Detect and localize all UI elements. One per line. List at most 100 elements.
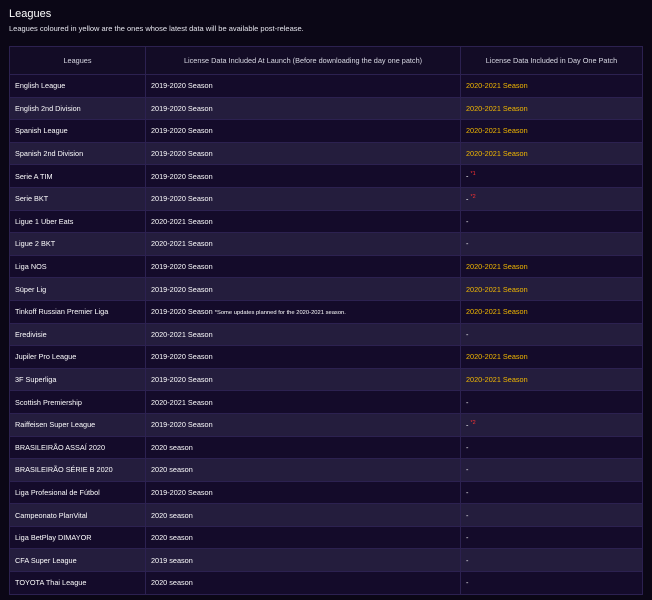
patch-season: - bbox=[466, 171, 469, 181]
launch-license-cell: 2019-2020 Season bbox=[145, 164, 461, 188]
league-name-cell: Spanish League bbox=[9, 119, 146, 143]
patch-season: 2020-2021 Season bbox=[466, 375, 528, 385]
launch-license-cell: 2019-2020 Season bbox=[145, 480, 461, 505]
patch-license-cell: 2020-2021 Season bbox=[460, 367, 643, 392]
launch-license-cell: 2019-2020 Season bbox=[145, 345, 461, 369]
table-row: Süper Lig 2019-2020 Season 2020-2021 Seaso… bbox=[9, 277, 643, 301]
launch-season: 2019-2020 Season bbox=[151, 420, 213, 430]
patch-season: - bbox=[466, 555, 469, 565]
league-name-cell: CFA Super League bbox=[9, 548, 146, 573]
patch-season: - bbox=[466, 442, 469, 452]
patch-license-cell: - *2 bbox=[460, 186, 643, 211]
patch-season: 2020-2021 Season bbox=[466, 284, 528, 294]
patch-season: 2020-2021 Season bbox=[466, 126, 528, 136]
launch-season: 2019-2020 Season bbox=[151, 487, 213, 497]
league-name-cell: Tinkoff Russian Premier Liga bbox=[9, 299, 146, 324]
launch-license-cell: 2019-2020 Season bbox=[145, 141, 461, 166]
patch-license-cell: 2020-2021 Season bbox=[460, 141, 643, 166]
patch-season: 2020-2021 Season bbox=[466, 262, 528, 272]
league-name-cell: Eredivisie bbox=[9, 322, 146, 347]
patch-season: 2020-2021 Season bbox=[466, 307, 528, 317]
patch-season: - bbox=[466, 465, 469, 475]
launch-season: 2019-2020 Season bbox=[151, 126, 213, 136]
launch-season: 2020 season bbox=[151, 465, 193, 475]
table-header-row: Leagues License Data Included At Launch … bbox=[9, 46, 643, 75]
launch-season: 2020 season bbox=[151, 533, 193, 543]
table-row: BRASILEIRÃO SÉRIE B 2020 2020 season - bbox=[9, 458, 643, 482]
league-name-cell: Campeonato PlanVital bbox=[9, 503, 146, 527]
table-row: Liga BetPlay DIMAYOR 2020 season - bbox=[9, 525, 643, 550]
header-patch: License Data Included in Day One Patch bbox=[460, 46, 643, 75]
launch-license-cell: 2019-2020 Season bbox=[145, 412, 461, 437]
league-name-cell: Jupiler Pro League bbox=[9, 345, 146, 369]
launch-license-cell: 2020 season bbox=[145, 503, 461, 527]
launch-season: 2019-2020 Season bbox=[151, 103, 213, 113]
launch-license-cell: 2019-2020 Season bbox=[145, 367, 461, 392]
patch-season: - bbox=[466, 239, 469, 249]
patch-license-cell: - bbox=[460, 435, 643, 460]
league-name-cell: BRASILEIRÃO SÉRIE B 2020 bbox=[9, 458, 146, 482]
launch-season: 2019-2020 Season bbox=[151, 81, 213, 91]
table-row: Spanish League 2019-2020 Season 2020-2021 … bbox=[9, 119, 643, 143]
launch-season: 2020 season bbox=[151, 578, 193, 588]
patch-license-cell: - bbox=[460, 548, 643, 573]
table-row: CFA Super League 2019 season - bbox=[9, 548, 643, 573]
table-row: Ligue 2 BKT 2020-2021 Season - bbox=[9, 232, 643, 256]
table-row: 3F Superliga 2019-2020 Season 2020-2021 Se… bbox=[9, 367, 643, 392]
launch-license-cell: 2019-2020 Season bbox=[145, 254, 461, 279]
league-name-cell: English League bbox=[9, 74, 146, 98]
launch-season: 2020-2021 Season bbox=[151, 216, 213, 226]
table-row: Campeonato PlanVital 2020 season - bbox=[9, 503, 643, 527]
league-name-cell: Ligue 2 BKT bbox=[9, 232, 146, 256]
patch-season: 2020-2021 Season bbox=[466, 103, 528, 113]
launch-season: 2020-2021 Season bbox=[151, 329, 213, 339]
table-row: Raiffeisen Super League 2019-2020 Season -… bbox=[9, 412, 643, 437]
patch-license-cell: 2020-2021 Season bbox=[460, 254, 643, 279]
table-row: Liga Profesional de Fútbol 2019-2020 Seas… bbox=[9, 480, 643, 505]
launch-license-cell: 2020-2021 Season bbox=[145, 232, 461, 256]
patch-license-cell: - bbox=[460, 480, 643, 505]
launch-season: 2019-2020 Season bbox=[151, 262, 213, 272]
leagues-table: Leagues License Data Included At Launch … bbox=[9, 46, 643, 595]
footnote-marker: *1 bbox=[470, 171, 476, 178]
header-leagues: Leagues bbox=[9, 46, 146, 75]
table-row: Tinkoff Russian Premier Liga 2019-2020 Se… bbox=[9, 299, 643, 324]
league-name-cell: Liga NOS bbox=[9, 254, 146, 279]
table-row: Scottish Premiership 2020-2021 Season - bbox=[9, 390, 643, 414]
patch-season: - bbox=[466, 510, 469, 520]
patch-license-cell: - bbox=[460, 503, 643, 527]
patch-license-cell: - *1 bbox=[460, 164, 643, 188]
table-row: BRASILEIRÃO ASSAÍ 2020 2020 season - bbox=[9, 435, 643, 460]
launch-license-cell: 2019-2020 Season bbox=[145, 74, 461, 98]
table-row: Jupiler Pro League 2019-2020 Season 2020-2… bbox=[9, 345, 643, 369]
footnote-marker: *2 bbox=[470, 419, 476, 426]
table-row: TOYOTA Thai League 2020 season - bbox=[9, 571, 643, 595]
league-name-cell: Spanish 2nd Division bbox=[9, 141, 146, 166]
patch-license-cell: 2020-2021 Season bbox=[460, 277, 643, 301]
launch-season: 2020 season bbox=[151, 510, 193, 520]
patch-season: - bbox=[466, 487, 469, 497]
patch-season: 2020-2021 Season bbox=[466, 352, 528, 362]
table-body: English League 2019-2020 Season 2020-2021 … bbox=[9, 74, 643, 595]
launch-season: 2019-2020 Season bbox=[151, 149, 213, 159]
patch-license-cell: - bbox=[460, 390, 643, 414]
launch-license-cell: 2019 season bbox=[145, 548, 461, 573]
launch-license-cell: 2020 season bbox=[145, 571, 461, 595]
launch-season: 2020-2021 Season bbox=[151, 239, 213, 249]
launch-license-cell: 2020-2021 Season bbox=[145, 390, 461, 414]
league-name-cell: 3F Superliga bbox=[9, 367, 146, 392]
league-name-cell: TOYOTA Thai League bbox=[9, 571, 146, 595]
launch-license-cell: 2020-2021 Season bbox=[145, 209, 461, 234]
launch-season: 2020-2021 Season bbox=[151, 397, 213, 407]
table-row: English 2nd Division 2019-2020 Season 2020… bbox=[9, 96, 643, 121]
patch-season: - bbox=[466, 329, 469, 339]
table-row: Serie A TIM 2019-2020 Season - *1 bbox=[9, 164, 643, 188]
patch-season: - bbox=[466, 216, 469, 226]
league-name-cell: Süper Lig bbox=[9, 277, 146, 301]
league-name-cell: Raiffeisen Super League bbox=[9, 412, 146, 437]
launch-license-cell: 2020 season bbox=[145, 435, 461, 460]
launch-season: 2019-2020 Season bbox=[151, 284, 213, 294]
table-row: Eredivisie 2020-2021 Season - bbox=[9, 322, 643, 347]
patch-license-cell: - bbox=[460, 322, 643, 347]
league-name-cell: English 2nd Division bbox=[9, 96, 146, 121]
